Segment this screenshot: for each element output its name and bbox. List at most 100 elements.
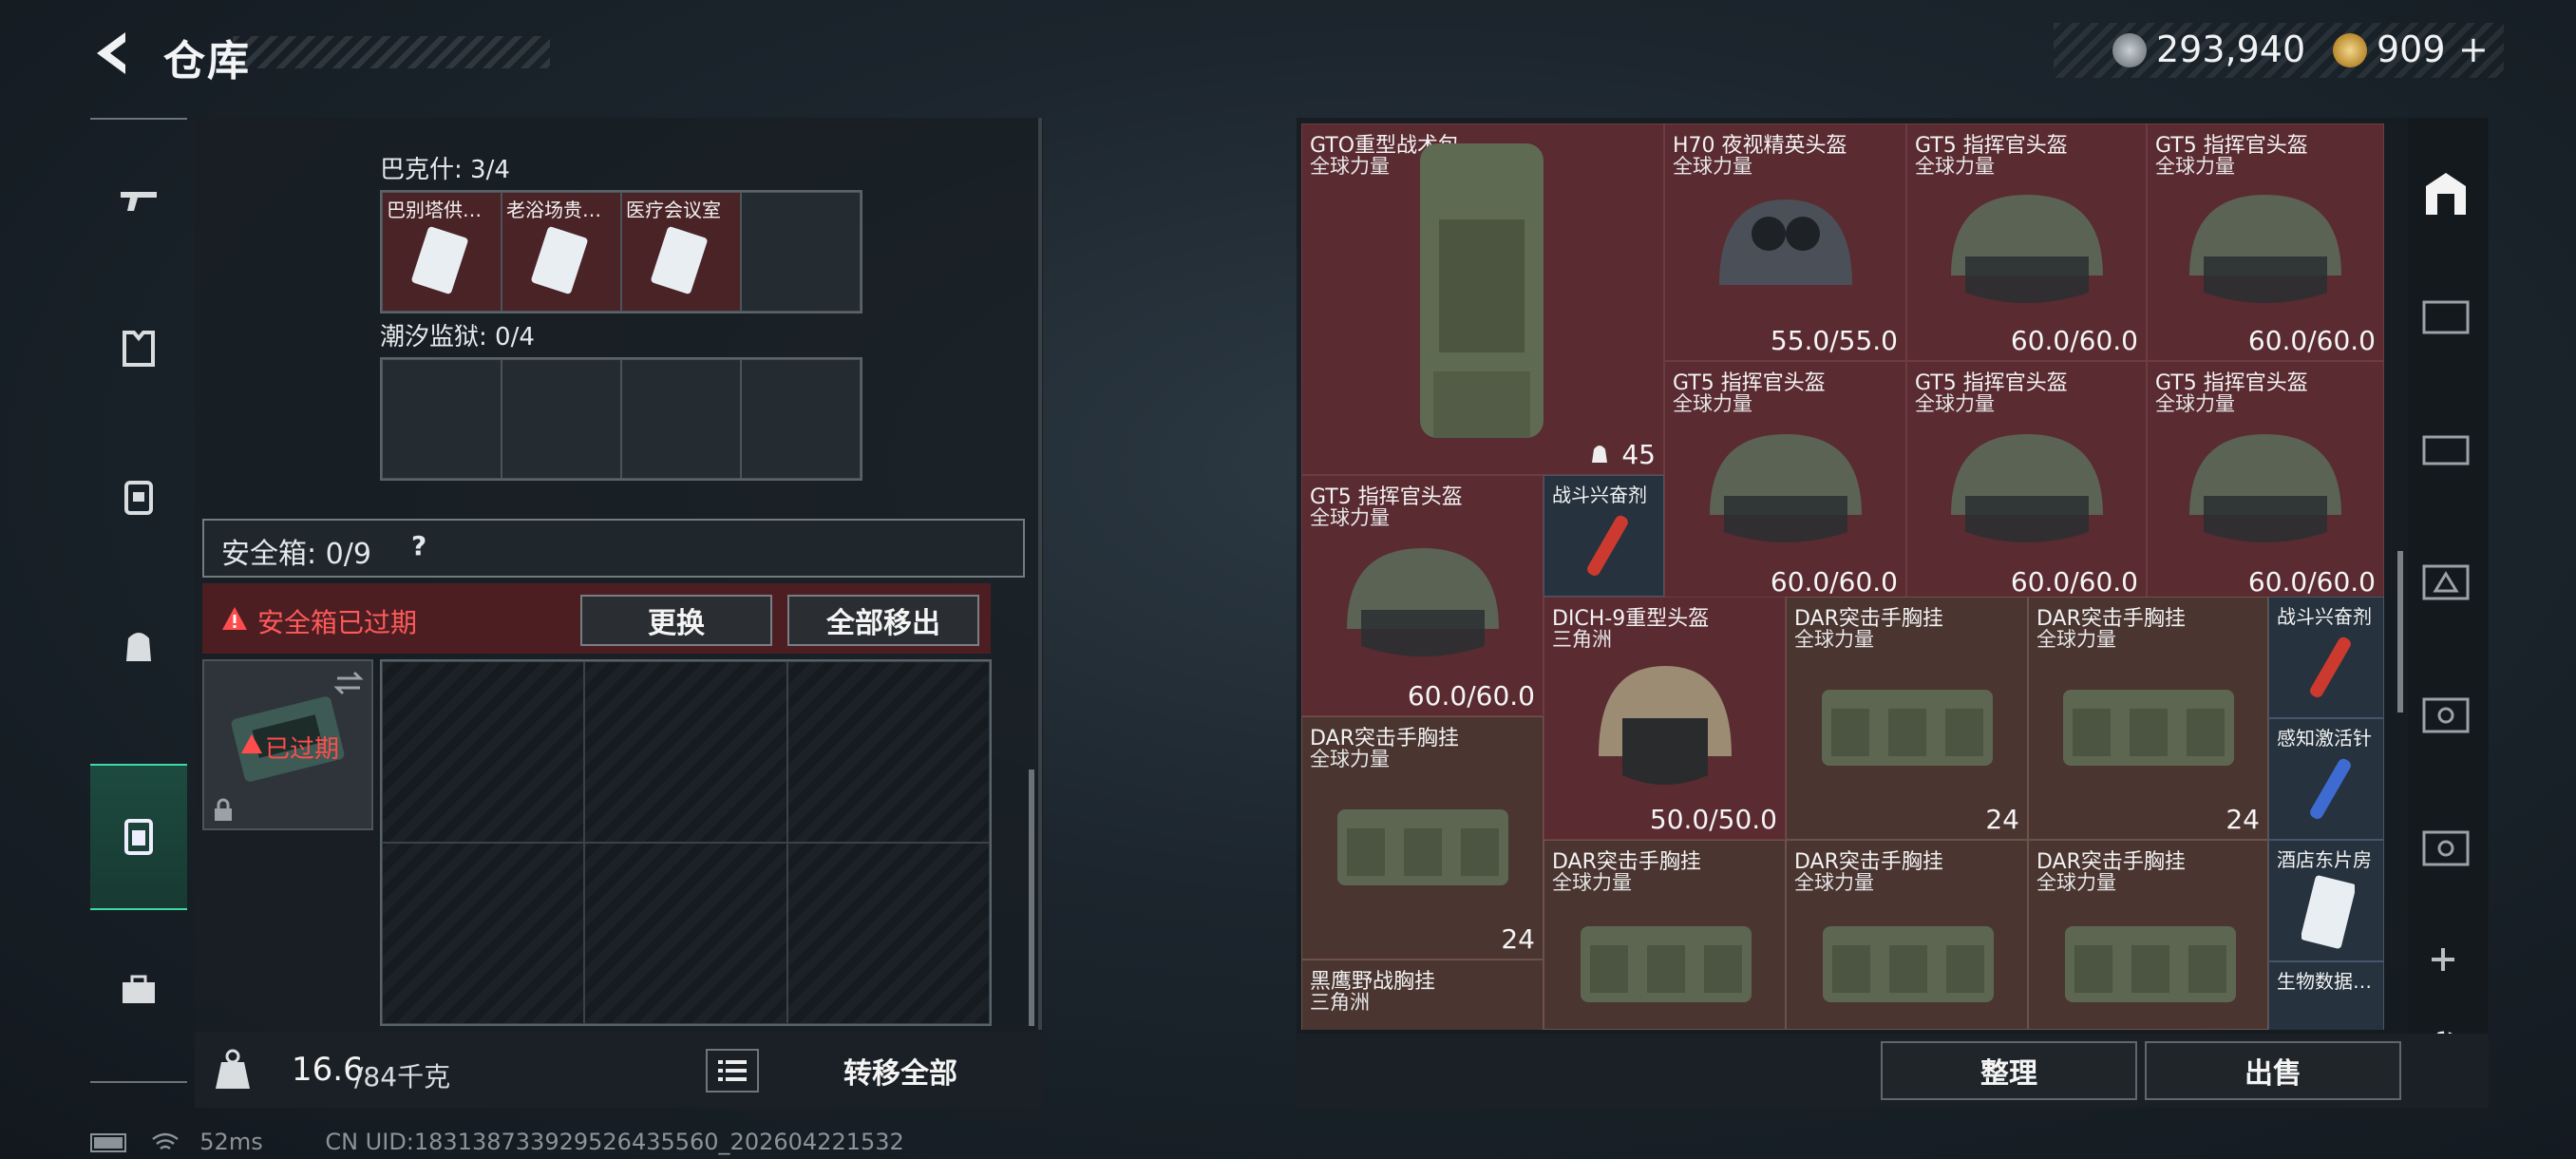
empty-slot[interactable] (741, 359, 861, 479)
plus-icon (2432, 948, 2454, 971)
tab-storage-4b[interactable] (2413, 547, 2479, 614)
weight-bar: 16.6 /84千克 转移全部 (195, 1032, 1043, 1108)
helmet-icon (1346, 548, 1499, 657)
helmet-icon (1598, 666, 1732, 786)
slot-group-tidal-prison (380, 357, 862, 481)
empty-slot[interactable] (741, 192, 861, 312)
scrollbar-left[interactable] (1029, 770, 1034, 1026)
inventory-item[interactable]: 战斗兴奋剂 (2268, 597, 2384, 718)
keycard-icon (651, 226, 708, 294)
sort-button[interactable]: 整理 (1881, 1041, 2137, 1100)
tab-storage-4a[interactable] (2413, 281, 2479, 348)
tab-storage-3[interactable] (2413, 414, 2479, 481)
chest-rig-icon (2062, 690, 2234, 767)
expired-warning-text: 安全箱已过期 (257, 607, 418, 638)
safebox-label: 安全箱: 0/9 (221, 538, 371, 571)
safebox-grid[interactable] (380, 659, 992, 1026)
replace-button[interactable]: 更换 (580, 595, 772, 646)
key-card-slot[interactable]: 巴别塔供… (382, 192, 502, 312)
transfer-all-button[interactable]: 转移全部 (772, 1041, 1029, 1100)
inventory-item[interactable]: 黑鹰野战胸挂 三角洲 (1301, 960, 1544, 1030)
inventory-item[interactable]: 酒店东片房 (2268, 840, 2384, 961)
inventory-item[interactable]: DAR突击手胸挂 全球力量 (1544, 840, 1786, 1030)
currency-bar: 293,940 909 + (2054, 23, 2504, 78)
inventory-item[interactable]: DICH-9重型头盔 三角洲 50.0/50.0 (1544, 597, 1786, 840)
scrollbar-right[interactable] (2397, 551, 2403, 712)
inventory-item[interactable]: DAR突击手胸挂 全球力量 24 (1786, 597, 2028, 840)
empty-slot[interactable] (382, 359, 502, 479)
inventory-item[interactable]: DAR突击手胸挂 全球力量 (2028, 840, 2268, 1030)
list-icon (718, 1060, 747, 1081)
warning-icon (222, 607, 247, 630)
list-view-button[interactable] (706, 1049, 759, 1092)
helmet-icon (1709, 434, 1862, 543)
bag-icon (126, 633, 151, 661)
helmet-icon (1950, 194, 2103, 303)
add-currency-button[interactable]: + (2458, 28, 2489, 70)
safebox-item[interactable]: 已过期 (202, 659, 373, 830)
syringe-icon (2310, 636, 2351, 698)
storage-tabs (2413, 142, 2479, 940)
inventory-item[interactable]: DAR突击手胸挂 全球力量 24 (2028, 597, 2268, 840)
slot-group-bakesh: 巴别塔供… 老浴场贵… 医疗会议室 (380, 190, 862, 314)
safe-icon (2422, 697, 2470, 733)
keycard-icon (531, 226, 588, 294)
tab-warehouse[interactable] (2413, 160, 2479, 226)
inventory-grid: GTO重型战术包 全球力量 45 H70 夜视精英头盔 全球力量 55.0/55… (1301, 124, 2384, 1030)
inventory-item[interactable]: H70 夜视精英头盔 全球力量 55.0/55.0 (1664, 124, 1906, 361)
tab-storage-4c[interactable] (2413, 680, 2479, 747)
inventory-item[interactable]: GT5 指挥官头盔 全球力量 60.0/60.0 (1906, 361, 2147, 602)
nav-armor[interactable] (90, 277, 187, 420)
empty-slot[interactable] (621, 359, 741, 479)
chest-rig-icon (1821, 690, 1993, 767)
inventory-item[interactable]: 生物数据… (2268, 961, 2384, 1030)
tab-storage-5[interactable] (2413, 813, 2479, 880)
inventory-item[interactable]: GT5 指挥官头盔 全球力量 60.0/60.0 (1664, 361, 1906, 602)
scroll-track-left (1038, 118, 1042, 1030)
uid-text: CN UID:183138733929526435560_20260422153… (325, 1129, 904, 1155)
currency-gold-value: 909 (2377, 28, 2446, 70)
helmet-icon (1950, 434, 2103, 543)
inventory-actions: 整理 出售 (1297, 1034, 2489, 1108)
inventory-item[interactable]: DAR突击手胸挂 全球力量 (1786, 840, 2028, 1030)
nav-bag[interactable] (90, 574, 187, 716)
inventory-item[interactable]: 感知激活针 (2268, 718, 2384, 840)
key-card-slot[interactable]: 老浴场贵… (502, 192, 621, 312)
swap-icon[interactable] (333, 669, 364, 697)
key-card-slot[interactable]: 医疗会议室 (621, 192, 741, 312)
group-label-bakesh: 巴克什: 3/4 (380, 156, 510, 184)
chest-rig-icon (1823, 926, 1994, 1002)
nav-backpack[interactable] (90, 426, 187, 568)
back-arrow-icon[interactable] (87, 27, 135, 80)
chest-rig-icon (1336, 809, 1508, 886)
nav-weapon[interactable] (90, 129, 187, 272)
triangle-box-icon (2422, 564, 2470, 600)
helmet-icon (2189, 434, 2341, 543)
nav-safebox[interactable] (90, 764, 187, 910)
sell-button[interactable]: 出售 (2145, 1041, 2401, 1100)
inventory-item[interactable]: 战斗兴奋剂 (1544, 475, 1664, 597)
backpack-item-icon (1420, 143, 1544, 438)
inventory-item[interactable]: GTO重型战术包 全球力量 45 (1301, 124, 1664, 475)
syringe-icon (2310, 758, 2351, 820)
expired-tag: 已过期 (265, 735, 340, 764)
help-icon[interactable]: ? (411, 530, 426, 561)
backpack-icon (124, 481, 153, 515)
safebox-icon (124, 819, 153, 855)
warehouse-icon (2426, 173, 2466, 215)
lock-icon (215, 798, 232, 821)
inventory-item[interactable]: DAR突击手胸挂 全球力量 24 (1301, 716, 1544, 960)
nav-case[interactable] (90, 920, 187, 1062)
remove-all-button[interactable]: 全部移出 (787, 595, 979, 646)
chest-rig-icon (2065, 926, 2236, 1002)
left-nav (90, 118, 187, 1083)
toolbox-icon (123, 975, 155, 1003)
weight-current: 16.6 (292, 1051, 364, 1089)
inventory-item[interactable]: GT5 指挥官头盔 全球力量 60.0/60.0 (1301, 475, 1544, 716)
inventory-item[interactable]: GT5 指挥官头盔 全球力量 60.0/60.0 (2147, 361, 2384, 602)
add-tab-button[interactable] (2428, 940, 2458, 984)
empty-slot[interactable] (502, 359, 621, 479)
chest-rig-icon (1581, 926, 1752, 1002)
inventory-item[interactable]: GT5 指挥官头盔 全球力量 60.0/60.0 (2147, 124, 2384, 361)
inventory-item[interactable]: GT5 指挥官头盔 全球力量 60.0/60.0 (1906, 124, 2147, 361)
